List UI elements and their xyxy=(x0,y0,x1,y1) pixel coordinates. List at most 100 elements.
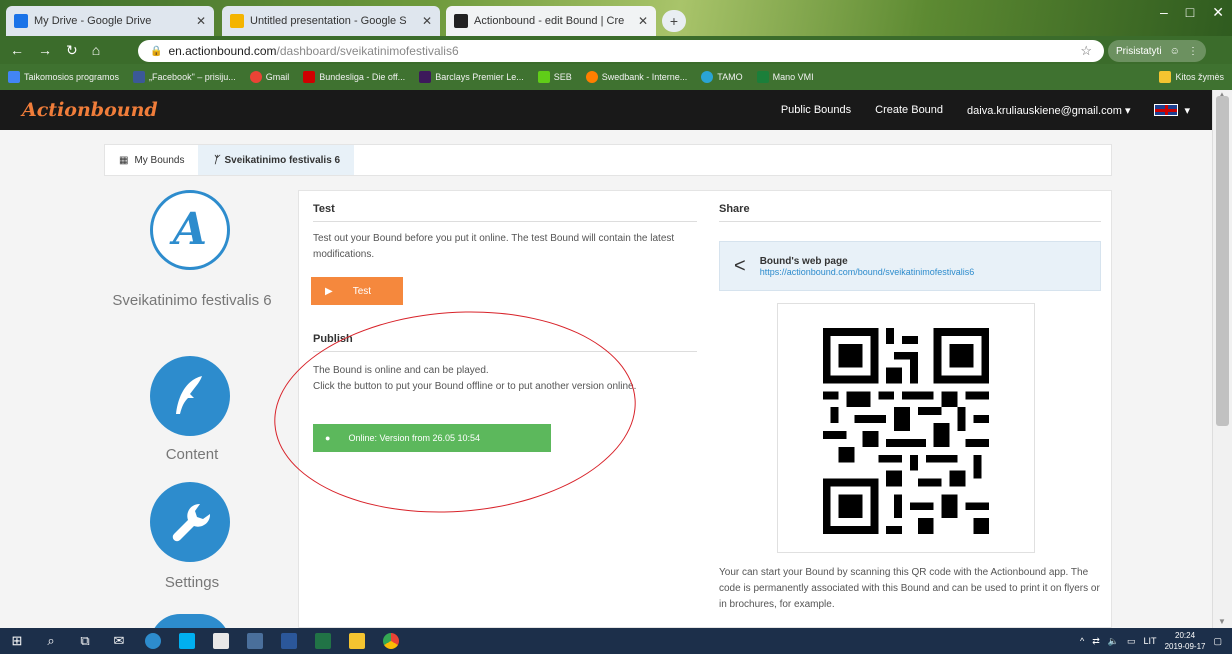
word-icon[interactable] xyxy=(272,628,306,654)
breadcrumb: ▦ My Bounds ᛉ Sveikatinimo festivalis 6 xyxy=(104,144,1112,176)
tray-chevron-icon[interactable]: ^ xyxy=(1080,636,1084,646)
clock[interactable]: 20:24 2019-09-17 xyxy=(1165,630,1206,652)
volume-icon[interactable]: 🔈 xyxy=(1108,636,1119,647)
qr-code-frame xyxy=(777,303,1035,553)
scroll-down-icon[interactable]: ▼ xyxy=(1218,617,1226,626)
maximize-icon[interactable]: □ xyxy=(1186,4,1194,21)
wrench-icon xyxy=(172,503,211,542)
share-section-title: Share xyxy=(719,203,1101,222)
actionbound-favicon-icon xyxy=(454,14,468,28)
nav-create-bound[interactable]: Create Bound xyxy=(875,104,943,116)
window-controls: – □ ✕ xyxy=(1160,4,1224,21)
webpage-title: Bound's web page xyxy=(759,255,848,267)
webpage-url[interactable]: https://actionbound.com/bound/sveikatini… xyxy=(760,267,975,277)
file-explorer-icon[interactable] xyxy=(340,628,374,654)
bookmark-item[interactable]: Gmail xyxy=(249,71,289,83)
sidebar-label-content[interactable]: Content xyxy=(104,446,280,463)
bound-name: Sveikatinimo festivalis 6 xyxy=(112,292,272,309)
uk-flag-icon xyxy=(1154,104,1179,116)
skype-icon[interactable] xyxy=(170,628,204,654)
home-icon[interactable]: ⌂ xyxy=(92,42,100,58)
notification-icon[interactable]: ▢ xyxy=(1213,636,1222,647)
user-menu[interactable]: daiva.kruliauskiene@gmail.com ▾ xyxy=(967,104,1130,117)
windows-taskbar: ⊞ ⌕ ⧉ ✉ ^ ⇄ 🔈 ▭ LIT 20:24 2019-09-17 ▢ xyxy=(0,628,1232,654)
tab-title: Actionbound - edit Bound | Cre xyxy=(474,15,625,27)
lock-icon: 🔒 xyxy=(150,45,163,57)
bound-webpage-link[interactable]: < Bound's web page https://actionbound.c… xyxy=(719,241,1101,291)
nav-public-bounds[interactable]: Public Bounds xyxy=(781,104,851,116)
seb-icon xyxy=(537,71,550,83)
test-button[interactable]: ▶ Test xyxy=(311,277,403,305)
minimize-icon[interactable]: – xyxy=(1160,4,1168,21)
grid-icon: ▦ xyxy=(119,154,129,166)
vmi-icon xyxy=(756,71,769,83)
mail-icon[interactable]: ✉ xyxy=(102,628,136,654)
breadcrumb-current: ᛉ Sveikatinimo festivalis 6 xyxy=(198,145,355,175)
bookmark-item[interactable]: Taikomosios programos xyxy=(8,71,119,83)
qr-description: Your can start your Bound by scanning th… xyxy=(719,567,1100,610)
profile-button[interactable]: Prisistatyti ☺ ⋮ xyxy=(1108,40,1206,62)
bookmark-item[interactable]: „Facebook" – prisiju... xyxy=(133,71,236,83)
forward-icon[interactable]: → xyxy=(38,42,52,58)
google-drive-icon xyxy=(14,14,28,28)
address-bar[interactable]: 🔒 en.actionbound.com /dashboard/sveikati… xyxy=(138,40,1104,62)
close-window-icon[interactable]: ✕ xyxy=(1212,4,1224,21)
play-icon: ▶ xyxy=(325,285,333,297)
bookmark-item[interactable]: Barclays Premier Le... xyxy=(419,71,524,83)
test-description: Test out your Bound before you put it on… xyxy=(313,233,675,260)
task-view-icon[interactable]: ⧉ xyxy=(68,628,102,654)
excel-icon[interactable] xyxy=(306,628,340,654)
bound-icon: ᛉ xyxy=(212,154,219,166)
tamo-icon xyxy=(701,71,714,83)
bookmark-item[interactable]: TAMO xyxy=(701,71,743,83)
bookmark-item[interactable]: SEB xyxy=(537,71,572,83)
tab-google-slides[interactable]: Untitled presentation - Google S ✕ xyxy=(222,6,440,36)
bookmark-item[interactable]: Swedbank - Interne... xyxy=(585,71,687,83)
sidebar-item-settings[interactable] xyxy=(150,482,230,562)
tab-actionbound[interactable]: Actionbound - edit Bound | Cre ✕ xyxy=(446,6,656,36)
online-version-button[interactable]: ● Online: Version from 26.05 10:54 xyxy=(313,424,551,452)
bookmark-star-icon[interactable]: ☆ xyxy=(1080,43,1092,59)
qr-code-image xyxy=(822,328,990,534)
back-icon[interactable]: ← xyxy=(10,42,24,58)
close-tab-icon[interactable]: ✕ xyxy=(422,14,432,28)
facebook-icon xyxy=(133,71,146,83)
breadcrumb-my-bounds[interactable]: ▦ My Bounds xyxy=(105,145,198,175)
bundesliga-icon xyxy=(303,71,316,83)
tab-title: My Drive - Google Drive xyxy=(34,15,152,27)
page-scrollbar[interactable]: ▲ ▼ xyxy=(1212,90,1232,628)
actionbound-logo[interactable]: Actionbound xyxy=(22,99,158,121)
share-icon: < xyxy=(734,254,746,277)
bookmark-item[interactable]: Mano VMI xyxy=(756,71,814,83)
bound-sidebar: A Sveikatinimo festivalis 6 Content Sett… xyxy=(104,190,280,644)
globe-icon: ● xyxy=(325,433,331,443)
tab-google-drive[interactable]: My Drive - Google Drive ✕ xyxy=(6,6,214,36)
sidebar-label-settings[interactable]: Settings xyxy=(104,574,280,591)
premier-league-icon xyxy=(419,71,432,83)
menu-kebab-icon[interactable]: ⋮ xyxy=(1188,46,1198,57)
chrome-icon[interactable] xyxy=(374,628,408,654)
network-icon[interactable]: ⇄ xyxy=(1092,636,1100,647)
bookmark-item[interactable]: Bundesliga - Die off... xyxy=(303,71,405,83)
battery-icon[interactable]: ▭ xyxy=(1127,636,1136,647)
close-tab-icon[interactable]: ✕ xyxy=(638,14,648,28)
gmail-icon xyxy=(249,71,262,83)
sidebar-item-content[interactable] xyxy=(150,356,230,436)
store-icon[interactable] xyxy=(204,628,238,654)
search-icon[interactable]: ⌕ xyxy=(34,628,68,654)
language-selector[interactable]: ▾ xyxy=(1154,104,1190,117)
other-bookmarks[interactable]: Kitos žymės xyxy=(1159,71,1224,83)
edge-icon[interactable] xyxy=(136,628,170,654)
new-tab-button[interactable]: + xyxy=(662,10,686,32)
publish-status-text: The Bound is online and can be played. xyxy=(313,365,489,376)
reload-icon[interactable]: ↻ xyxy=(66,42,78,59)
windows-start-icon[interactable]: ⊞ xyxy=(0,628,34,654)
close-tab-icon[interactable]: ✕ xyxy=(196,14,206,28)
app-icon[interactable] xyxy=(238,628,272,654)
scrollbar-thumb[interactable] xyxy=(1216,96,1229,426)
google-slides-icon xyxy=(230,14,244,28)
bound-avatar: A xyxy=(150,190,230,270)
test-section-title: Test xyxy=(313,203,697,222)
language-indicator[interactable]: LIT xyxy=(1144,636,1157,646)
tab-title: Untitled presentation - Google S xyxy=(250,15,407,27)
